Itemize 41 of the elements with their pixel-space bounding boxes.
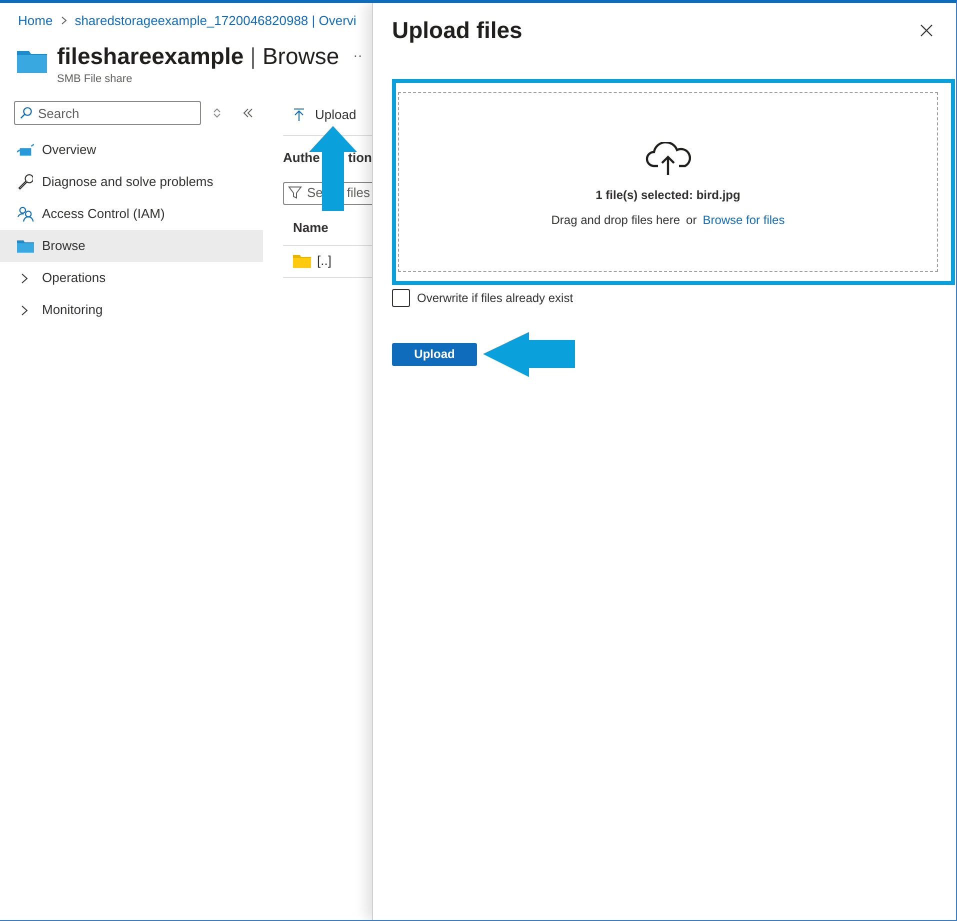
page-title: fileshareexample | Browse [57, 42, 340, 70]
section-heading: Authe [283, 149, 320, 167]
folder-name[interactable]: [..] [317, 251, 332, 271]
panel-title: Upload files [392, 16, 522, 45]
sidebar-item[interactable]: Browse [0, 230, 263, 262]
breadcrumb-link[interactable]: Home [18, 11, 53, 30]
more-button[interactable]: ·· [353, 45, 362, 66]
chevron-icon [21, 304, 28, 316]
sort-icon[interactable] [213, 108, 221, 118]
search-field[interactable]: Search [14, 101, 201, 125]
checkbox[interactable] [392, 288, 410, 306]
file-share-icon [17, 48, 47, 72]
selected-files-text: 1 file(s) selected: bird.jpg [596, 187, 740, 204]
or-text: or [686, 212, 697, 229]
close-icon[interactable] [920, 24, 933, 37]
collapse-icon[interactable] [243, 108, 253, 118]
column-header: Name [292, 218, 330, 237]
search-icon [20, 107, 32, 119]
drop-zone[interactable]: 1 file(s) selected: bird.jpg Drag and drop files here or Browse for files [398, 92, 938, 272]
folder-icon [293, 254, 311, 268]
browse-link[interactable]: Browse for files [702, 211, 785, 229]
cloud-upload-icon [645, 142, 691, 176]
breadcrumb-link[interactable]: sharedstorageexample_1720046820988 | Overvi [74, 11, 356, 30]
chevron-icon [21, 272, 28, 284]
drop-hint: Drag and drop files here [551, 212, 680, 229]
sidebar-item[interactable]: Overview [0, 134, 263, 166]
sidebar-item[interactable]: Monitoring [0, 294, 263, 326]
page-subtitle: SMB File share [57, 72, 134, 86]
checkbox-label: Overwrite if files already exist [417, 290, 574, 306]
folder-icon [17, 239, 34, 253]
sidebar-item[interactable]: Diagnose and solve problems [0, 166, 263, 198]
chevron-icon [60, 16, 67, 26]
sidebar-item[interactable]: Access Control (IAM) [0, 198, 263, 230]
wrench-icon [17, 174, 34, 190]
section-heading: tion [348, 149, 372, 167]
filter-icon [288, 186, 302, 200]
upload-toolbar-button[interactable]: Upload [283, 105, 360, 125]
upload-button[interactable]: Upload [392, 342, 477, 366]
upload-icon [293, 108, 305, 122]
sidebar-item[interactable]: Operations [0, 262, 263, 294]
people-icon [17, 206, 34, 222]
